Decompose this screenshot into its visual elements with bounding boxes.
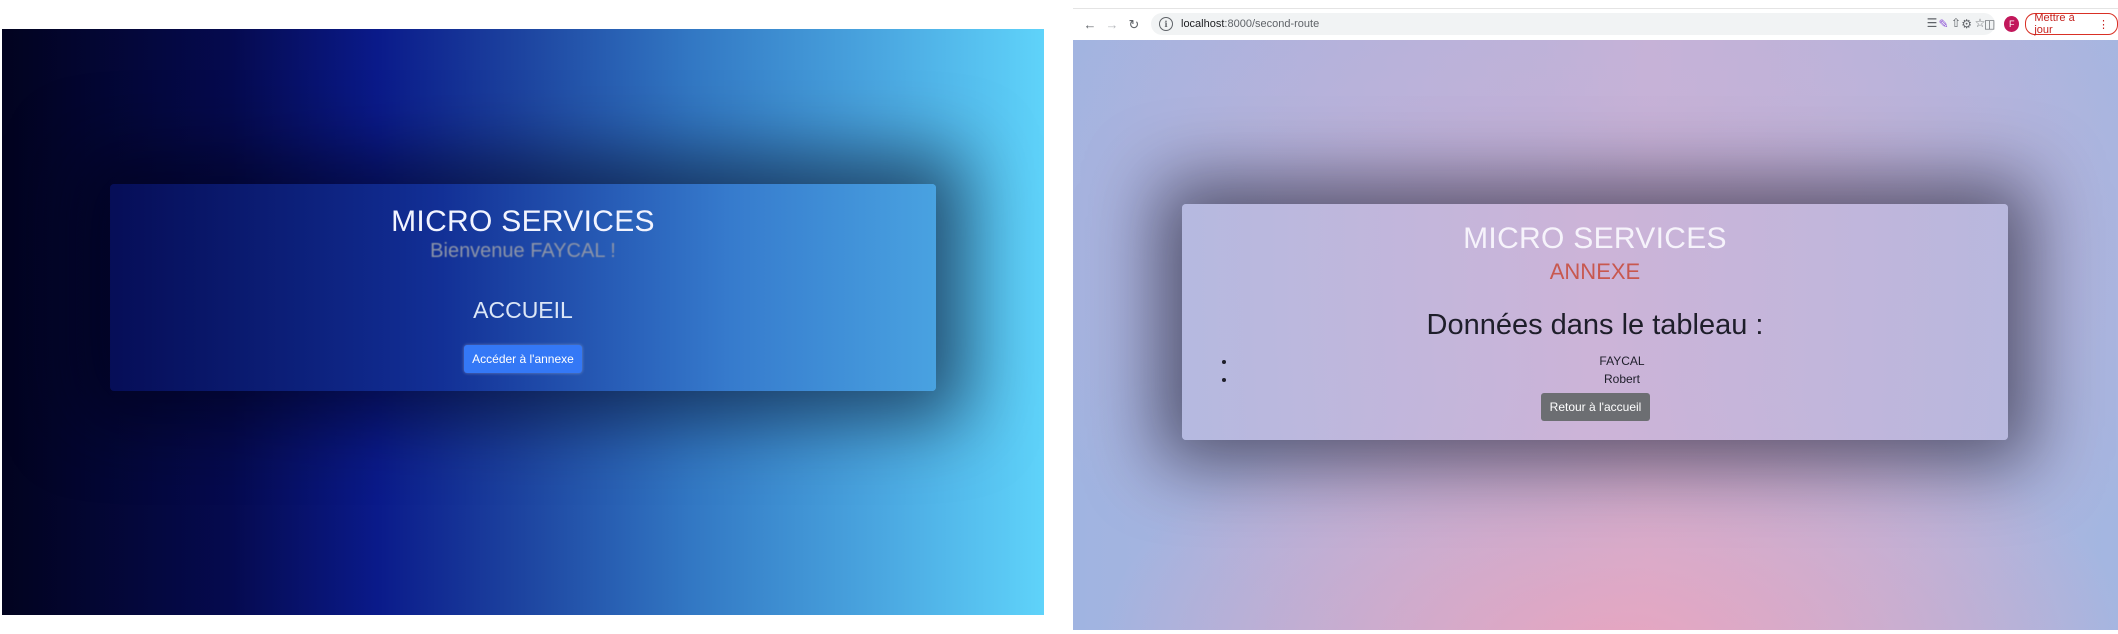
- more-menu-icon[interactable]: ⋮: [2098, 18, 2109, 31]
- extensions-area: ✎ ⚙ ◫ F Mettre à jour ⋮: [1935, 12, 2118, 36]
- home-heading: ACCUEIL: [473, 297, 573, 323]
- list-item: Robert: [1236, 370, 2008, 388]
- pen-extension-icon[interactable]: ✎: [1935, 13, 1952, 35]
- url-text[interactable]: localhost:8000/second-route: [1181, 18, 1319, 30]
- url-path: :8000/second-route: [1224, 18, 1320, 30]
- address-bar[interactable]: i localhost:8000/second-route ☰ ⇧ ☆: [1151, 13, 1995, 35]
- puzzle-extensions-icon[interactable]: ⚙: [1958, 13, 1975, 35]
- page-viewport: MICRO SERVICES ANNEXE Données dans le ta…: [1073, 40, 2118, 630]
- reload-icon[interactable]: ↻: [1123, 14, 1145, 36]
- home-title: MICRO SERVICES: [391, 205, 655, 238]
- url-host: localhost: [1181, 18, 1225, 30]
- update-chrome-button[interactable]: Mettre à jour ⋮: [2025, 12, 2118, 36]
- side-panel-icon[interactable]: ◫: [1981, 13, 1998, 35]
- back-arrow-icon[interactable]: ←: [1079, 14, 1101, 36]
- home-page-screenshot: MICRO SERVICES Bienvenue FAYCAL ! ACCUEI…: [2, 29, 1044, 615]
- browser-toolbar: ← → ↻ i localhost:8000/second-route ☰ ⇧ …: [1073, 8, 2118, 40]
- annex-browser-window: ← → ↻ i localhost:8000/second-route ☰ ⇧ …: [1073, 8, 2118, 630]
- annex-card: MICRO SERVICES ANNEXE Données dans le ta…: [1182, 204, 2008, 440]
- welcome-message: Bienvenue FAYCAL !: [430, 240, 616, 262]
- annex-subtitle: ANNEXE: [1549, 259, 1641, 284]
- profile-avatar[interactable]: F: [2004, 16, 2020, 32]
- data-list: FAYCAL Robert: [1182, 352, 2008, 388]
- list-item: FAYCAL: [1236, 352, 2008, 370]
- update-label: Mettre à jour: [2034, 12, 2075, 36]
- back-to-home-button[interactable]: Retour à l'accueil: [1541, 393, 1650, 421]
- forward-arrow-icon[interactable]: →: [1101, 14, 1123, 36]
- table-heading: Données dans le tableau :: [1426, 309, 1764, 341]
- home-card: MICRO SERVICES Bienvenue FAYCAL ! ACCUEI…: [110, 184, 936, 391]
- site-info-icon[interactable]: i: [1159, 17, 1173, 31]
- go-to-annex-button[interactable]: Accéder à l'annexe: [464, 345, 582, 373]
- annex-title: MICRO SERVICES: [1463, 222, 1727, 255]
